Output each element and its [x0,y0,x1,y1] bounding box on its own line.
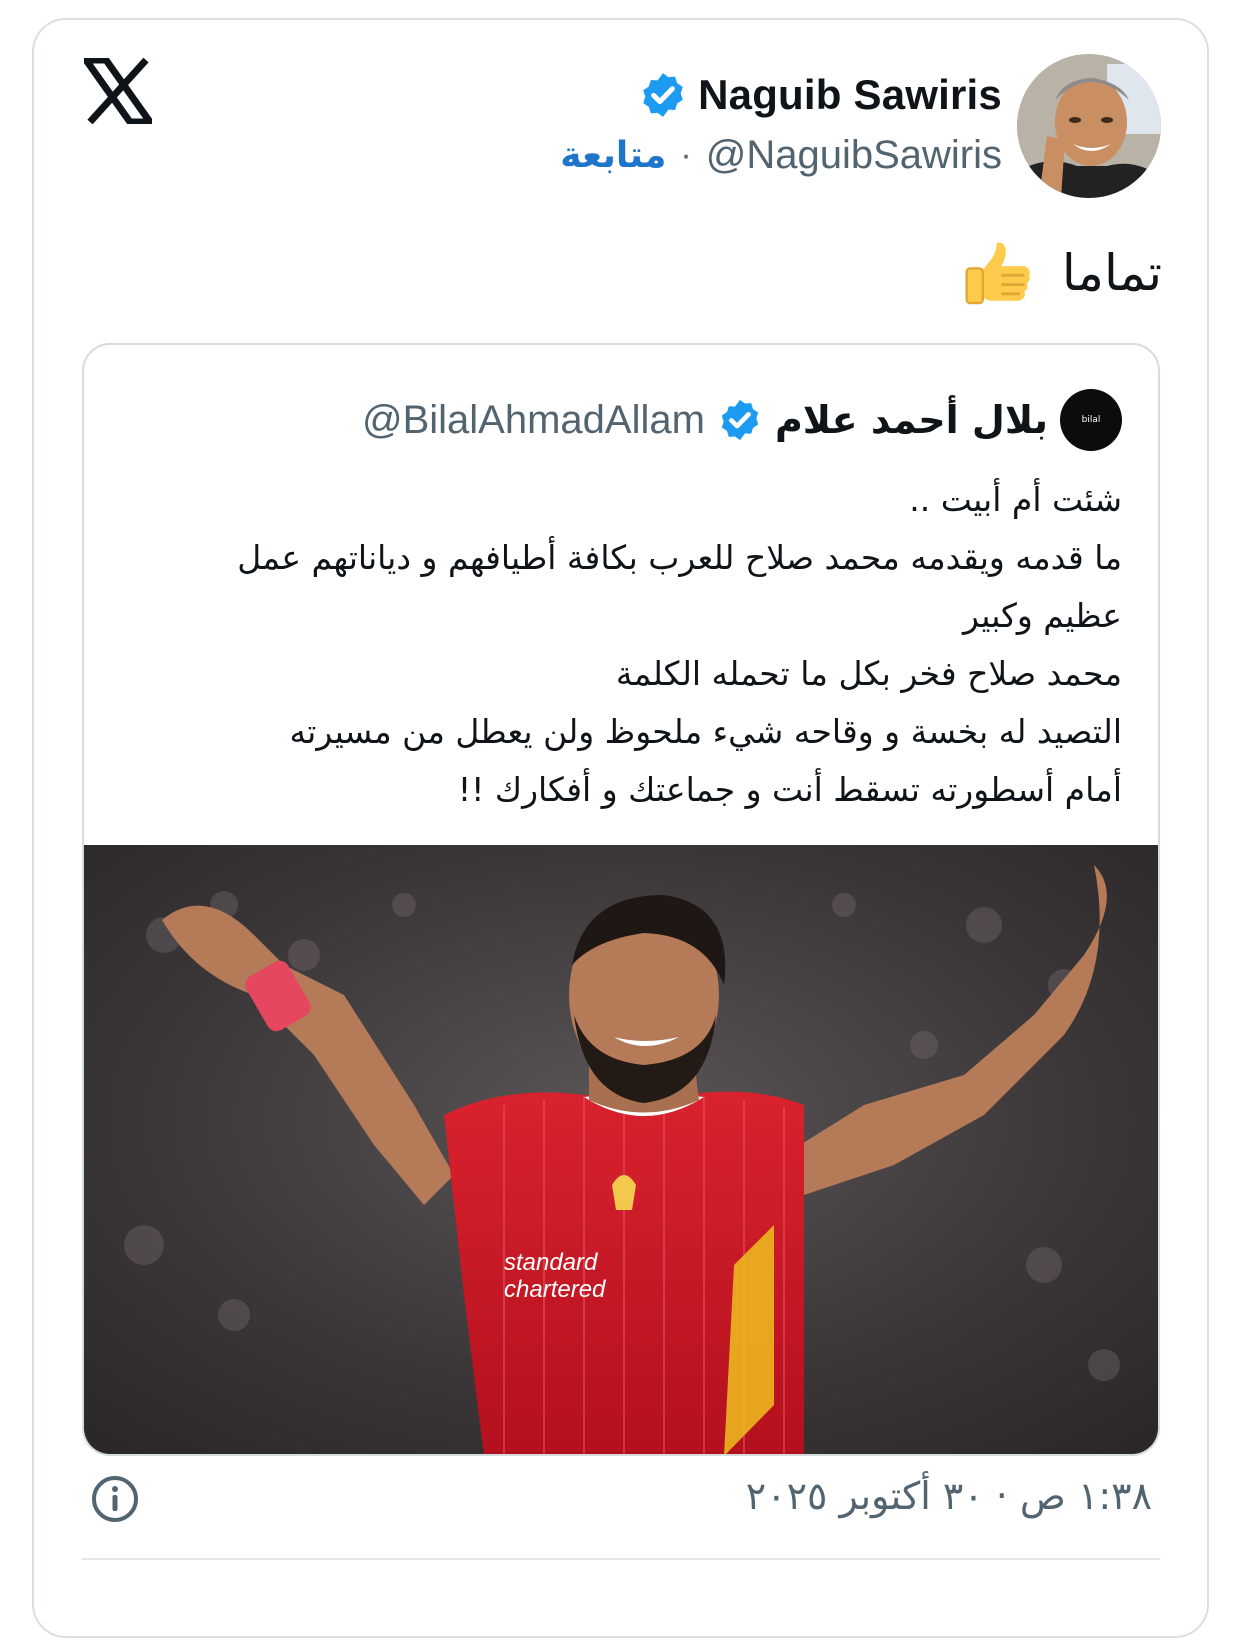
sponsor-text: chartered [504,1276,606,1303]
quoted-tweet[interactable]: bilal بلال أحمد علام @BilalAhmadAllam شئ… [82,343,1160,1456]
quoted-line: التصيد له بخسة و وقاحه شيء ملحوظ ولن يعط… [289,712,1122,751]
quoted-line: شئت أم أبيت .. [909,480,1122,519]
sponsor-text: standard [504,1249,598,1276]
x-logo-icon[interactable] [84,58,152,124]
tweet-timestamp[interactable]: ١:٣٨ ص · ٣٠ أكتوبر ٢٠٢٥ [746,1474,1152,1518]
separator-dot: · [680,136,692,174]
thumbs-up-icon [965,242,1030,305]
quoted-handle[interactable]: @BilalAhmadAllam [362,398,705,443]
quoted-avatar[interactable]: bilal [1060,389,1122,451]
author-handle[interactable]: @NaguibSawiris [706,133,1002,178]
verified-badge-icon [643,73,683,117]
author-display-name[interactable]: Naguib Sawiris [698,71,1002,119]
quoted-line: ما قدمه ويقدمه محمد صلاح للعرب بكافة أطي… [237,538,1122,577]
quoted-display-name[interactable]: بلال أحمد علام [775,398,1048,442]
quoted-media-image[interactable]: standard chartered [84,845,1158,1456]
quoted-tweet-text: شئت أم أبيت .. ما قدمه ويقدمه محمد صلاح … [122,471,1122,819]
author-name-row[interactable]: Naguib Sawiris [638,70,1002,120]
tweet-text: تماما [962,236,1162,310]
avatar[interactable] [1017,54,1161,198]
author-handle-row: متابعة · @NaguibSawiris [560,133,1002,178]
quoted-line: عظيم وكبير [963,596,1122,635]
verified-badge-icon [721,399,759,441]
follow-link[interactable]: متابعة [560,135,666,176]
quoted-line: أمام أسطورته تسقط أنت و جماعتك و أفكارك … [457,770,1122,809]
divider [82,1558,1160,1560]
info-icon[interactable] [90,1474,140,1524]
quoted-line: محمد صلاح فخر بكل ما تحمله الكلمة [615,654,1122,693]
tweet-body: تماما [1061,244,1162,302]
quoted-author-row[interactable]: bilal بلال أحمد علام @BilalAhmadAllam [362,389,1122,451]
